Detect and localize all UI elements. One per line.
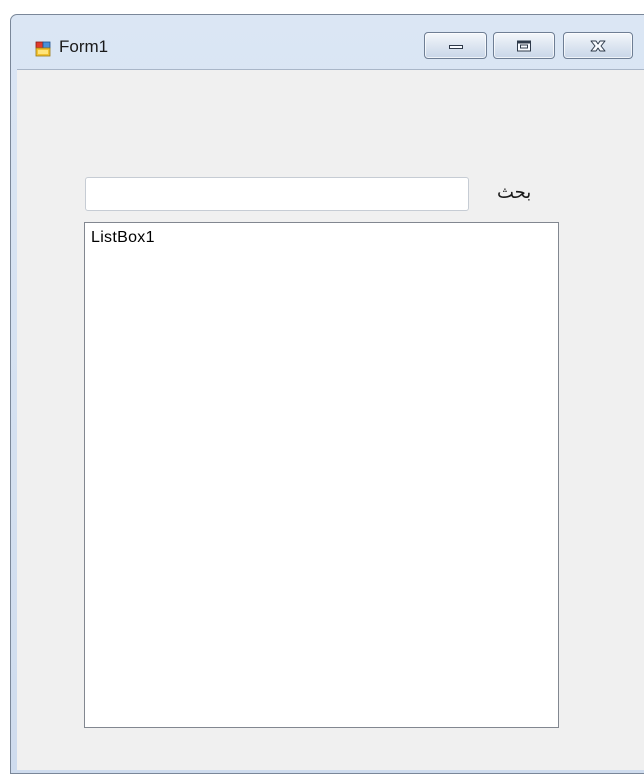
list-item[interactable]: ListBox1 — [91, 229, 155, 247]
minimize-button[interactable] — [424, 32, 487, 59]
maximize-icon — [517, 40, 531, 51]
window-title: Form1 — [59, 37, 109, 56]
form-window: Form1 بحث ListBox1 — [10, 14, 644, 774]
search-label: بحث — [497, 182, 532, 203]
close-button[interactable] — [563, 32, 633, 59]
minimize-icon — [448, 44, 463, 49]
listbox[interactable]: ListBox1 — [84, 222, 559, 728]
client-area: بحث ListBox1 — [17, 69, 644, 770]
close-icon — [590, 40, 606, 51]
maximize-button[interactable] — [493, 32, 555, 59]
app-icon — [35, 41, 51, 57]
search-input[interactable] — [85, 177, 469, 211]
title-bar[interactable]: Form1 — [11, 15, 644, 69]
